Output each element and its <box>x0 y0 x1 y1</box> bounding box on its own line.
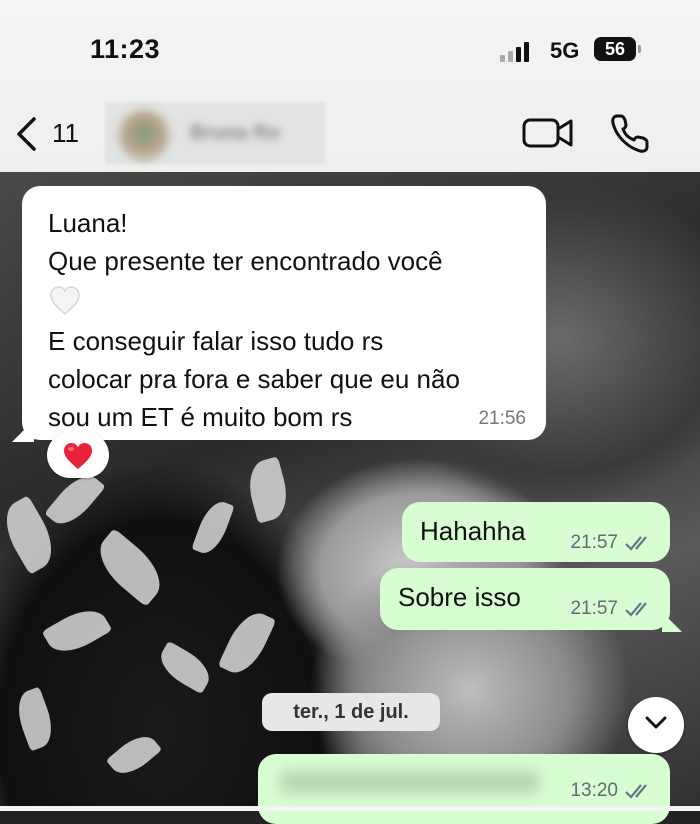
contact-name[interactable]: Bruna Ro <box>190 122 280 145</box>
video-call-icon[interactable] <box>522 114 574 152</box>
outgoing-message[interactable]: Sobre isso 21:57 <box>380 568 670 630</box>
message-line: E conseguir falar isso tudo rs <box>48 326 384 356</box>
contact-info[interactable]: Bruna Ro <box>105 102 325 164</box>
date-separator: ter., 1 de jul. <box>262 693 440 731</box>
battery-level: 56 <box>604 39 626 59</box>
message-reaction[interactable] <box>47 432 109 478</box>
blurred-message-text <box>280 770 540 794</box>
message-line: sou um ET é muito bom rs <box>48 402 353 432</box>
battery-tip <box>638 45 641 53</box>
message-meta: 21:57 <box>570 532 654 554</box>
message-meta: 13:20 <box>570 780 654 802</box>
red-heart-icon <box>64 443 92 469</box>
input-bar-edge <box>0 806 700 811</box>
read-receipt-icon <box>625 602 647 617</box>
chat-header: 11:23 5G 56 11 Bruna Ro <box>0 0 700 172</box>
message-line: Que presente ter encontrado você <box>48 246 443 276</box>
battery-icon: 56 <box>594 37 636 61</box>
message-text: Sobre isso <box>398 582 521 612</box>
outgoing-message[interactable]: 13:20 <box>258 754 670 824</box>
message-time: 13:20 <box>570 780 618 801</box>
phone-call-icon[interactable] <box>608 112 652 156</box>
back-chevron-icon[interactable] <box>14 116 40 152</box>
back-unread-count[interactable]: 11 <box>52 118 79 149</box>
white-heart-icon <box>50 286 80 315</box>
message-line: Luana! <box>48 208 128 238</box>
network-type: 5G <box>550 38 580 63</box>
message-time: 21:57 <box>570 598 618 619</box>
read-receipt-icon <box>625 536 647 551</box>
message-meta: 21:57 <box>570 598 654 620</box>
white-heart-emoji <box>48 280 520 322</box>
avatar[interactable] <box>118 110 170 162</box>
message-time: 21:57 <box>570 532 618 553</box>
outgoing-message[interactable]: Hahahha 21:57 <box>402 502 670 562</box>
message-text: Hahahha <box>420 516 526 546</box>
status-time: 11:23 <box>90 34 161 64</box>
message-time: 21:56 <box>478 408 526 429</box>
chevron-down-icon <box>645 716 667 729</box>
message-line: colocar pra fora e saber que eu não <box>48 364 460 394</box>
scroll-to-bottom-button[interactable] <box>628 697 684 753</box>
signal-strength-icon <box>500 40 540 62</box>
incoming-message[interactable]: Luana! Que presente ter encontrado você … <box>22 186 546 440</box>
read-receipt-icon <box>625 784 647 799</box>
